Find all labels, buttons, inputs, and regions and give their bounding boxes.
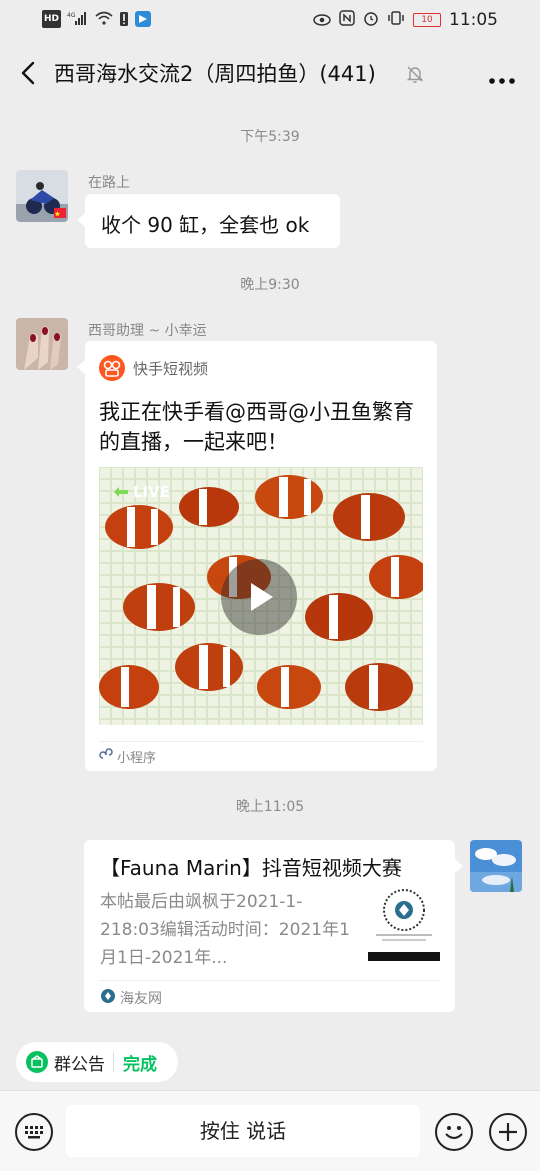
miniprogram-footer: 小程序	[99, 747, 156, 766]
bubble-tail	[77, 213, 85, 227]
app-icon	[135, 11, 152, 27]
timestamp: 晚上11:05	[235, 799, 305, 815]
play-button[interactable]	[221, 559, 297, 635]
hd-icon: HD	[42, 10, 62, 28]
sender-name: 在路上	[88, 175, 130, 191]
bubble-tail	[455, 859, 463, 873]
avatar-self[interactable]	[470, 840, 522, 892]
input-bar: 按住 说话	[0, 1090, 540, 1171]
hold-to-talk-button[interactable]: 按住 说话	[66, 1105, 420, 1157]
eye-icon	[313, 11, 331, 30]
kuaishou-icon	[99, 355, 125, 381]
card-title: 我正在快手看@西哥@小丑鱼繁育的直播，一起来吧！	[99, 400, 414, 454]
status-bar: HD 4G 10 11:05	[0, 0, 540, 40]
bottom-area: 群公告 完成 按住 说话	[0, 1030, 540, 1171]
keyboard-icon[interactable]	[15, 1113, 53, 1151]
link-source: 海友网	[100, 988, 162, 1008]
link-title: 【Fauna Marin】抖音短视频大赛	[100, 856, 402, 880]
card-source: 快手短视频	[99, 355, 208, 381]
live-label: LIVE	[133, 483, 170, 501]
miniprogram-card[interactable]: 快手短视频 我正在快手看@西哥@小丑鱼繁育的直播，一起来吧！ LIVE 小程序	[85, 341, 437, 771]
divider	[99, 741, 423, 742]
timestamp: 晚上9:30	[240, 277, 300, 293]
battery-icon: 10	[413, 13, 441, 27]
alarm-icon	[363, 10, 379, 30]
bubble-tail	[77, 360, 85, 374]
mute-bell-icon	[405, 64, 425, 84]
status-time: 11:05	[449, 10, 498, 30]
chat-title: 西哥海水交流2（周四拍鱼）(441)	[54, 62, 376, 86]
haiyou-icon	[100, 988, 116, 1008]
sender-name: 西哥助理 ~ 小幸运	[88, 323, 207, 339]
plus-icon[interactable]	[489, 1113, 527, 1151]
announcement-pill[interactable]: 群公告 完成	[16, 1042, 178, 1082]
back-icon[interactable]	[14, 58, 44, 88]
live-badge: LIVE	[113, 483, 170, 501]
avatar[interactable]	[16, 318, 68, 370]
avatar[interactable]	[16, 170, 68, 222]
message-text: 收个 90 缸，全套也 ok	[101, 213, 310, 237]
announcement-icon	[26, 1051, 48, 1073]
message-bubble[interactable]: 收个 90 缸，全套也 ok	[85, 194, 340, 248]
alert-icon	[119, 11, 129, 27]
miniprogram-label: 小程序	[117, 751, 157, 766]
chat-header: 西哥海水交流2（周四拍鱼）(441)	[0, 40, 540, 108]
pill-divider	[113, 1052, 114, 1072]
divider	[100, 980, 440, 981]
more-options-icon[interactable]	[488, 70, 516, 84]
link-card[interactable]: 【Fauna Marin】抖音短视频大赛 本帖最后由飒枫于2021-1-218:…	[84, 840, 455, 1012]
announcement-label: 群公告	[54, 1054, 105, 1075]
link-source-label: 海友网	[120, 991, 162, 1007]
signal-4g-icon: 4G	[67, 11, 89, 27]
timestamp: 下午5:39	[240, 129, 300, 145]
miniprogram-icon	[99, 747, 113, 766]
qr-thumbnail	[368, 884, 440, 964]
emoji-icon[interactable]	[435, 1113, 473, 1151]
wifi-icon	[95, 11, 113, 27]
card-source-label: 快手短视频	[133, 359, 209, 378]
link-description: 本帖最后由飒枫于2021-1-218:03编辑活动时间：2021年1月1日-20…	[100, 892, 350, 968]
video-thumbnail[interactable]: LIVE	[99, 467, 423, 725]
done-button[interactable]: 完成	[123, 1050, 157, 1075]
svg-text:4G: 4G	[67, 12, 76, 19]
nfc-icon	[339, 10, 355, 30]
vibrate-icon	[387, 10, 405, 30]
